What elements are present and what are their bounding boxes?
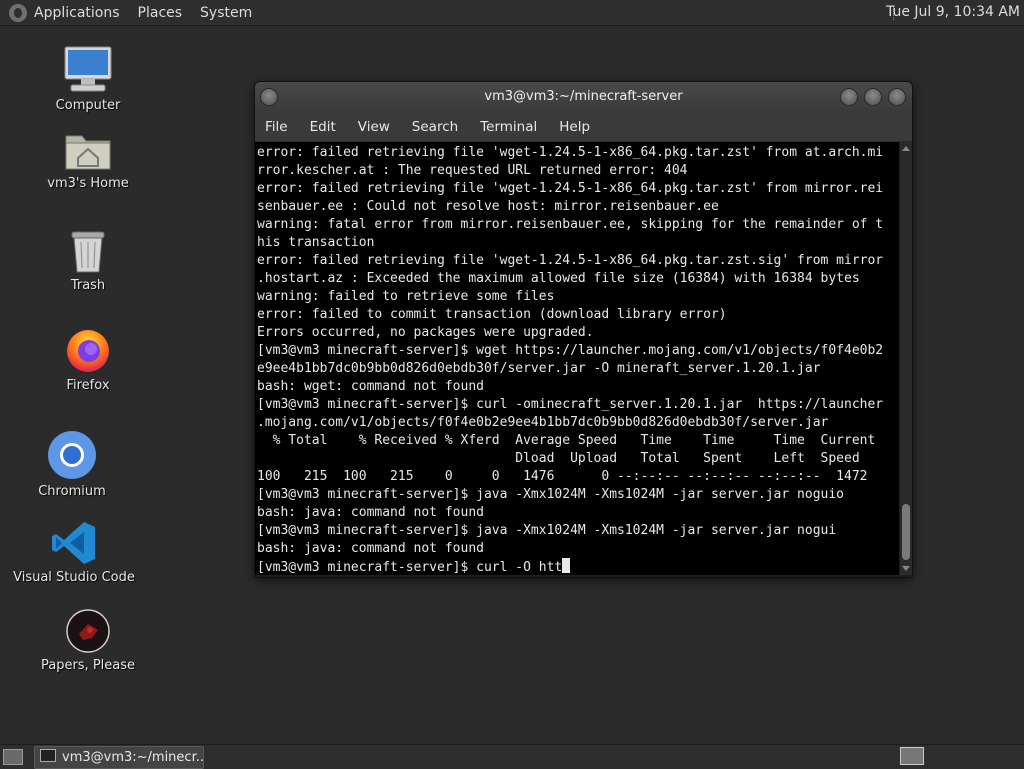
terminal-line: .mojang.com/v1/objects/f0f4e0b2e9ee4b1bb…	[257, 415, 829, 430]
taskbar-item-label: vm3@vm3:~/minecr...	[62, 750, 204, 765]
distro-logo-icon[interactable]	[9, 3, 27, 22]
firefox-icon	[67, 330, 109, 372]
menu-search[interactable]: Search	[412, 119, 458, 135]
scrollbar-thumb[interactable]	[902, 504, 910, 560]
terminal-line: [vm3@vm3 minecraft-server]$ java -Xmx102…	[257, 523, 837, 538]
terminal-line: Dload Upload Total Spent Left Speed	[257, 451, 860, 466]
desktop-icon-vscode[interactable]: Visual Studio Code	[9, 520, 139, 585]
desktop-icon-label: Trash	[70, 278, 106, 293]
menu-view[interactable]: View	[358, 119, 390, 135]
desktop-icon-firefox[interactable]: Firefox	[23, 326, 153, 393]
terminal-line: bash: wget: command not found	[257, 379, 484, 394]
terminal-line: bash: java: command not found	[257, 541, 484, 556]
terminal-titlebar[interactable]: vm3@vm3:~/minecraft-server	[255, 82, 912, 112]
menu-system[interactable]: System	[200, 5, 252, 21]
desktop-icon-label: Firefox	[66, 378, 110, 393]
terminal-line: % Total % Received % Xferd Average Speed…	[257, 433, 876, 448]
workspace-switcher[interactable]	[900, 747, 924, 765]
top-panel: Applications Places System Tue Jul 9, 10…	[0, 0, 1024, 26]
desktop-icon-papers-please[interactable]: Papers, Please	[23, 608, 153, 673]
terminal-line: error: failed retrieving file 'wget-1.24…	[257, 145, 884, 160]
taskbar-item-terminal[interactable]: vm3@vm3:~/minecr...	[34, 746, 204, 769]
terminal-line: [vm3@vm3 minecraft-server]$ curl -ominec…	[257, 397, 884, 412]
home-folder-icon	[65, 135, 111, 170]
terminal-line: .hostart.az : Exceeded the maximum allow…	[257, 271, 860, 286]
show-desktop-icon[interactable]	[3, 749, 23, 765]
desktop-icon-computer[interactable]: Computer	[23, 46, 153, 113]
terminal-output[interactable]: error: failed retrieving file 'wget-1.24…	[255, 142, 899, 575]
desktop-icon-label: Papers, Please	[40, 658, 136, 673]
menu-terminal[interactable]: Terminal	[480, 119, 537, 135]
minimize-button[interactable]	[840, 88, 858, 106]
menu-applications[interactable]: Applications	[34, 5, 120, 21]
terminal-prompt-line[interactable]: [vm3@vm3 minecraft-server]$ curl -O htt	[257, 558, 899, 575]
desktop-icon-label: vm3's Home	[47, 176, 129, 191]
terminal-line: [vm3@vm3 minecraft-server]$ wget https:/…	[257, 343, 884, 358]
menu-places[interactable]: Places	[138, 5, 183, 21]
chromium-icon	[48, 431, 96, 479]
scroll-down-arrow-icon[interactable]	[902, 566, 910, 571]
menu-help[interactable]: Help	[559, 119, 590, 135]
bottom-panel: vm3@vm3:~/minecr...	[0, 744, 1024, 769]
desktop-icon-home[interactable]: vm3's Home	[23, 128, 153, 191]
scroll-up-arrow-icon[interactable]	[902, 146, 910, 151]
desktop-icon-label: Computer	[55, 98, 121, 113]
terminal-window[interactable]: vm3@vm3:~/minecraft-server File Edit Vie…	[254, 81, 913, 578]
window-title: vm3@vm3:~/minecraft-server	[484, 89, 683, 104]
terminal-line: his transaction	[257, 235, 375, 250]
desktop-icon-chromium[interactable]: Chromium	[7, 430, 137, 499]
menu-edit[interactable]: Edit	[310, 119, 336, 135]
terminal-line: warning: failed to retrieve some files	[257, 289, 555, 304]
menu-file[interactable]: File	[265, 119, 288, 135]
terminal-line: e9ee4b1bb7dc0b9bb0d826d0ebdb30f/server.j…	[257, 361, 821, 376]
terminal-line: rror.kescher.at : The requested URL retu…	[257, 163, 688, 178]
terminal-prompt: [vm3@vm3 minecraft-server]$ curl -O htt	[257, 560, 563, 575]
desktop-icon-label: Chromium	[38, 484, 106, 499]
terminal-icon	[40, 749, 56, 762]
window-menu-button[interactable]	[260, 88, 278, 106]
terminal-line: [vm3@vm3 minecraft-server]$ java -Xmx102…	[257, 487, 844, 502]
vscode-icon	[52, 522, 95, 564]
terminal-menubar: File Edit View Search Terminal Help	[255, 112, 912, 142]
desktop-icon-label: Visual Studio Code	[13, 570, 135, 585]
terminal-line: error: failed to commit transaction (dow…	[257, 307, 727, 322]
trash-icon	[71, 231, 105, 273]
terminal-line: bash: java: command not found	[257, 505, 484, 520]
computer-icon	[64, 46, 112, 92]
terminal-line: Errors occurred, no packages were upgrad…	[257, 325, 594, 340]
desktop-icon-trash[interactable]: Trash	[23, 228, 153, 293]
terminal-line: senbauer.ee : Could not resolve host: mi…	[257, 199, 719, 214]
terminal-scrollbar[interactable]	[900, 142, 912, 575]
papers-please-icon	[66, 609, 110, 653]
terminal-line: error: failed retrieving file 'wget-1.24…	[257, 253, 884, 268]
maximize-button[interactable]	[864, 88, 882, 106]
text-cursor	[562, 558, 571, 573]
clock[interactable]: Tue Jul 9, 10:34 AM	[886, 4, 1020, 20]
close-button[interactable]	[888, 88, 906, 106]
terminal-line: warning: fatal error from mirror.reisenb…	[257, 217, 884, 232]
terminal-line: error: failed retrieving file 'wget-1.24…	[257, 181, 884, 196]
terminal-line: 100 215 100 215 0 0 1476 0 --:--:-- --:-…	[257, 469, 868, 484]
